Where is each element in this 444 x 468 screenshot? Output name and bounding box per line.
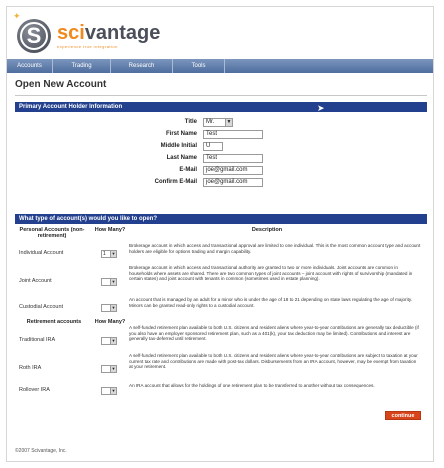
joint-account-label: Joint Account [19, 278, 52, 284]
logo-letter: S [26, 23, 42, 48]
rollover-ira-label: Rollover IRA [19, 387, 50, 393]
last-name-label: Last Name [166, 155, 197, 161]
brand-name-part1: sci [57, 22, 85, 44]
chevron-down-icon: ▼ [110, 251, 116, 257]
brand-tagline: experience true integration [57, 44, 118, 49]
page-title: Open New Account [15, 79, 107, 90]
title-select[interactable]: Mr. ▼ [203, 118, 233, 127]
nav-item-research[interactable]: Research [111, 59, 173, 73]
traditional-ira-label: Traditional IRA [19, 337, 56, 343]
roth-ira-desc: A self-funded retirement plan available … [129, 353, 418, 370]
title-row: Title Mr. ▼ [7, 117, 433, 128]
chevron-down-icon: ▼ [110, 366, 116, 372]
middle-initial-row: Middle Initial U [7, 141, 433, 152]
retirement-how-many-header: How Many? [94, 319, 126, 325]
individual-account-qty[interactable]: 1 ▼ [101, 250, 117, 258]
roth-ira-qty[interactable]: ▼ [101, 365, 117, 373]
cursor-icon: ➤ [317, 103, 325, 113]
confirm-email-row: Confirm E-Mail joe@gmail.com [7, 177, 433, 188]
primary-holder-section-header: Primary Account Holder Information [15, 102, 427, 112]
traditional-ira-desc: A self-funded retirement plan available … [129, 325, 419, 342]
joint-account-desc: Brokerage account in which access and tr… [129, 265, 413, 282]
personal-accounts-header: Personal Accounts (non-retirement) [19, 227, 85, 239]
rollover-ira-desc: An IRA account that allows for the holdi… [129, 383, 375, 388]
roth-ira-label: Roth IRA [19, 365, 42, 371]
middle-initial-input[interactable]: U [203, 142, 223, 151]
first-name-row: First Name Test [7, 129, 433, 140]
email-row: E-Mail joe@gmail.com [7, 165, 433, 176]
brand-name-part2: vantage [84, 22, 161, 44]
nav-item-tools[interactable]: Tools [173, 59, 225, 73]
email-label: E-Mail [179, 167, 197, 173]
chevron-down-icon: ▼ [110, 279, 116, 285]
account-types-section-header: What type of account(s) would you like t… [15, 214, 427, 224]
logo-text: scivantage experience true integration [57, 23, 160, 49]
description-header: Description [251, 227, 283, 233]
individual-account-desc: Brokerage account in which access and tr… [129, 243, 421, 254]
individual-account-label: Individual Account [19, 250, 64, 256]
traditional-ira-qty[interactable]: ▼ [101, 337, 117, 345]
joint-account-qty[interactable]: ▼ [101, 278, 117, 286]
page-frame: ✦ S scivantage experience true integrati… [6, 6, 434, 462]
nav-item-accounts[interactable]: Accounts [7, 59, 53, 73]
retirement-accounts-header: Retirement accounts [26, 319, 82, 325]
copyright-footer: ©2007 Scivantage, Inc. [15, 448, 67, 454]
chevron-down-icon: ▼ [110, 338, 116, 344]
email-field[interactable]: joe@gmail.com [203, 166, 263, 175]
how-many-header: How Many? [94, 227, 126, 233]
divider [15, 95, 427, 96]
first-name-input[interactable]: Test [203, 130, 263, 139]
custodial-account-qty[interactable]: ▼ [101, 304, 117, 312]
confirm-email-label: Confirm E-Mail [154, 179, 197, 185]
last-name-input[interactable]: Test [203, 154, 263, 163]
chevron-down-icon: ▼ [110, 388, 116, 394]
header: ✦ S scivantage experience true integrati… [7, 7, 433, 57]
rollover-ira-qty[interactable]: ▼ [101, 387, 117, 395]
individual-account-qty-value: 1 [103, 251, 106, 257]
main-nav: Accounts Trading Research Tools [7, 59, 433, 73]
confirm-email-field[interactable]: joe@gmail.com [203, 178, 263, 187]
chevron-down-icon: ▼ [225, 119, 232, 126]
last-name-row: Last Name Test [7, 153, 433, 164]
title-label: Title [184, 119, 197, 125]
middle-initial-label: Middle Initial [160, 143, 197, 149]
brand-logo[interactable]: S scivantage experience true integration [17, 19, 160, 53]
chevron-down-icon: ▼ [110, 305, 116, 311]
custodial-account-desc: An account that is managed by an adult f… [129, 297, 413, 308]
first-name-label: First Name [165, 131, 197, 137]
logo-mark-icon: S [17, 19, 51, 53]
title-select-value: Mr. [206, 119, 215, 125]
nav-item-trading[interactable]: Trading [53, 59, 111, 73]
custodial-account-label: Custodial Account [19, 304, 64, 310]
continue-button[interactable]: continue [385, 411, 421, 420]
